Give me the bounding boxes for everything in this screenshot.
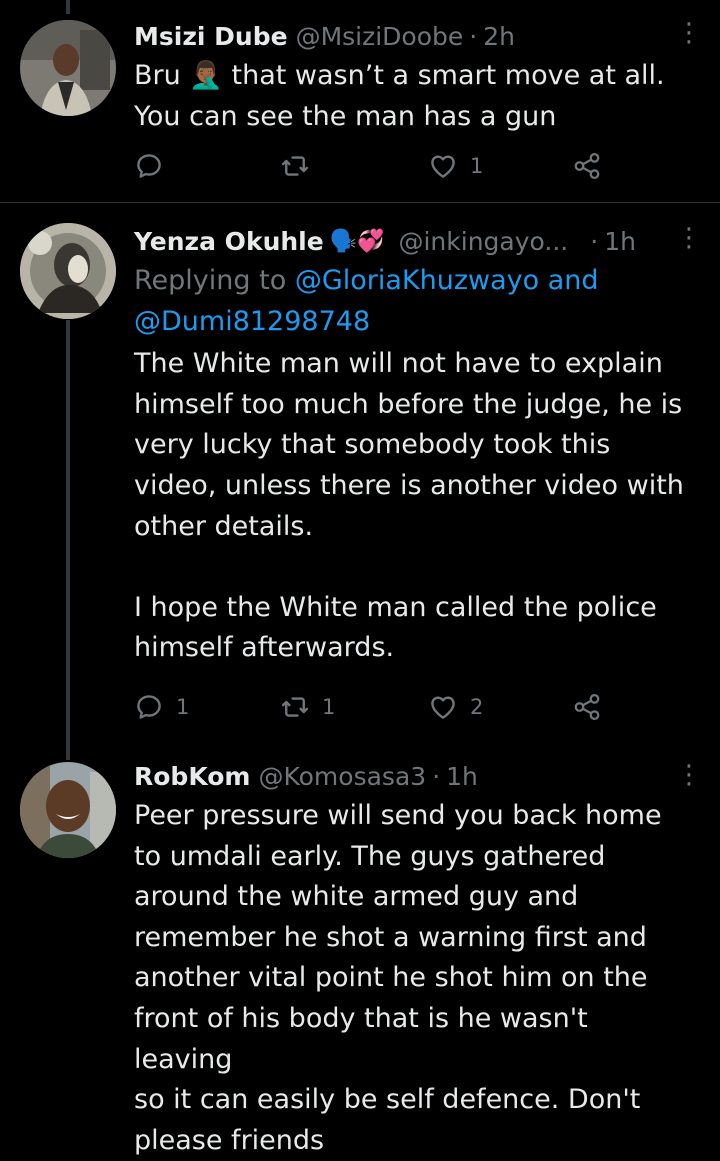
avatar[interactable] xyxy=(20,20,116,116)
reply-button[interactable] xyxy=(134,144,176,188)
tweet-text-line: Bru 🤦🏾‍♂️ that wasn’t a smart move at al… xyxy=(134,60,665,91)
user-handle[interactable]: @Komosasa3 xyxy=(258,762,426,791)
separator-dot: · xyxy=(432,761,441,791)
tweet-actions: 1 1 2 xyxy=(134,685,614,729)
name-emoji: 🗣️💞 xyxy=(329,228,385,254)
tweet-header: RobKom @Komosasa3 · 1h xyxy=(134,756,690,796)
like-button[interactable]: 1 xyxy=(428,144,483,188)
tweet-text-line: You can see the man has a gun xyxy=(134,100,557,132)
tweet-text: The White man will not have to explain h… xyxy=(134,348,684,664)
tweet-actions: 1 xyxy=(134,144,614,188)
share-icon xyxy=(574,153,600,179)
mentioned-user-link[interactable]: @Dumi81298748 xyxy=(134,306,370,337)
display-name[interactable]: Yenza Okuhle xyxy=(134,227,324,256)
more-options-icon[interactable]: ⋮ xyxy=(676,223,702,253)
more-options-icon[interactable]: ⋮ xyxy=(676,760,702,790)
tweet-header: Msizi Dube @MsiziDoobe · 2h xyxy=(134,16,690,56)
user-handle[interactable]: @inkingayo... xyxy=(398,227,568,256)
avatar[interactable] xyxy=(20,762,116,858)
more-options-icon[interactable]: ⋮ xyxy=(676,18,702,48)
timestamp[interactable]: 2h xyxy=(483,22,515,51)
heart-icon xyxy=(431,155,455,178)
replying-to: Replying to @GloriaKhuzwayo and @Dumi812… xyxy=(134,261,690,342)
share-button[interactable] xyxy=(572,144,602,188)
timestamp[interactable]: 1h xyxy=(604,227,636,256)
separator-dot: · xyxy=(590,226,599,256)
tweet-header: Yenza Okuhle 🗣️💞 @inkingayo... · 1h xyxy=(134,221,690,261)
reply-button[interactable]: 1 xyxy=(134,685,189,729)
separator-dot: · xyxy=(469,21,478,51)
timestamp[interactable]: 1h xyxy=(446,762,478,791)
retweet-count: 1 xyxy=(322,695,336,719)
like-count: 1 xyxy=(470,154,484,178)
tweet-text: Bru 🤦🏾‍♂️ that wasn’t a smart move at al… xyxy=(134,56,690,137)
mentioned-users-link[interactable]: @GloriaKhuzwayo and xyxy=(295,265,599,296)
tweet-text: Peer pressure will send you back home to… xyxy=(134,800,662,1156)
share-icon xyxy=(574,694,600,720)
tweet[interactable]: RobKom @Komosasa3 · 1h Peer pressure wil… xyxy=(0,740,720,1156)
retweet-icon xyxy=(281,697,309,717)
display-name[interactable]: Msizi Dube xyxy=(134,22,288,51)
retweet-button[interactable]: 1 xyxy=(280,685,335,729)
reply-count: 1 xyxy=(176,695,190,719)
like-button[interactable]: 2 xyxy=(428,685,483,729)
user-handle[interactable]: @MsiziDoobe xyxy=(296,22,464,51)
like-count: 2 xyxy=(470,695,484,719)
heart-icon xyxy=(431,696,455,719)
display-name[interactable]: RobKom xyxy=(134,762,250,791)
retweet-icon xyxy=(281,156,309,176)
share-button[interactable] xyxy=(572,685,602,729)
tweet[interactable]: Yenza Okuhle 🗣️💞 @inkingayo... · 1h Repl… xyxy=(0,203,720,740)
retweet-button[interactable] xyxy=(280,144,322,188)
replying-to-label: Replying to xyxy=(134,265,287,296)
reply-icon xyxy=(137,154,161,178)
tweet[interactable]: Msizi Dube @MsiziDoobe · 2h Bru 🤦🏾‍♂️ th… xyxy=(0,0,720,200)
reply-icon xyxy=(137,695,161,719)
avatar[interactable] xyxy=(20,223,116,319)
